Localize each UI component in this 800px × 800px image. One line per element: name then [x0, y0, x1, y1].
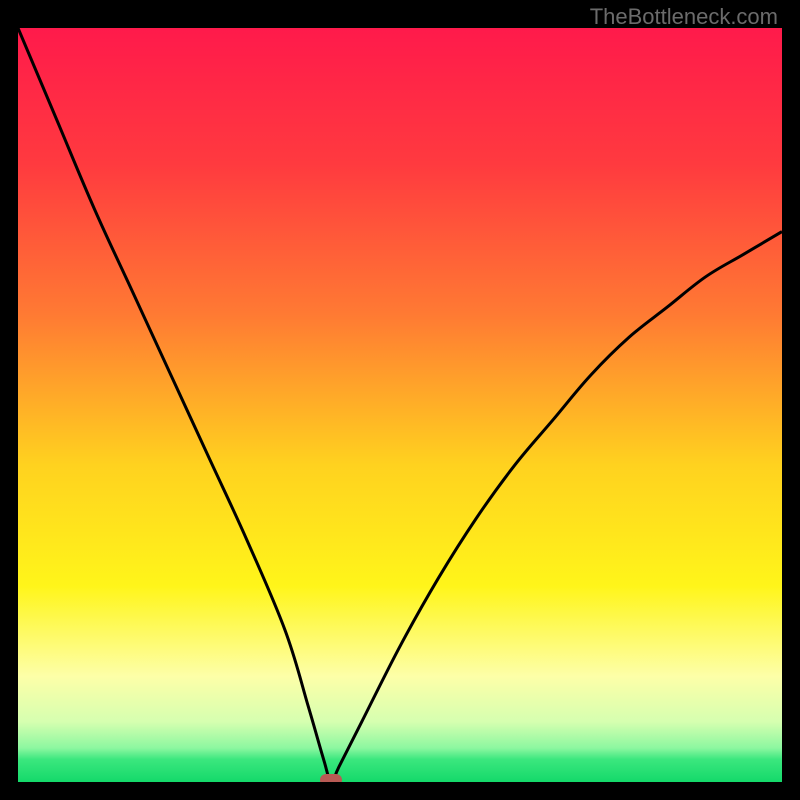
- watermark-text: TheBottleneck.com: [590, 4, 778, 30]
- bottleneck-curve: [18, 28, 782, 782]
- plot-area: [18, 28, 782, 782]
- optimal-marker: [320, 774, 342, 782]
- chart-frame: TheBottleneck.com: [0, 0, 800, 800]
